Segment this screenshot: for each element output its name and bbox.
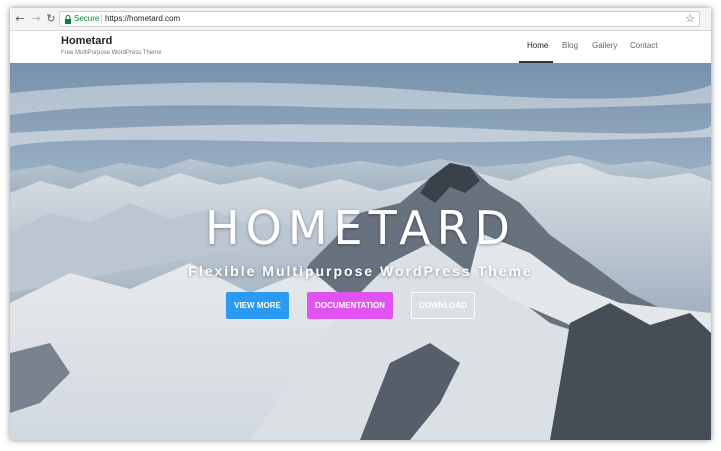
hero-subtitle: Flexible Multipurpose WordPress Theme [188, 263, 533, 279]
browser-toolbar: ← → ↻ Secure https://hometard.com ☆ [10, 8, 711, 31]
url-text[interactable]: https://hometard.com [105, 14, 180, 23]
browser-window: ← → ↻ Secure https://hometard.com ☆ Home… [10, 8, 711, 440]
nav-item-home[interactable]: Home [527, 41, 548, 50]
lock-icon [65, 15, 71, 24]
address-bar[interactable]: Secure https://hometard.com ☆ [59, 11, 700, 27]
hero-section: HOMETARD Flexible Multipurpose WordPress… [10, 63, 711, 440]
hero-title: HOMETARD [205, 201, 516, 255]
forward-icon[interactable]: → [29, 12, 43, 26]
site-header: Hometard Free MultiPurpose WordPress The… [10, 32, 711, 63]
nav-item-gallery[interactable]: Gallery [592, 41, 617, 50]
nav-item-contact[interactable]: Contact [630, 41, 658, 50]
back-icon[interactable]: ← [13, 12, 27, 26]
star-icon[interactable]: ☆ [685, 12, 695, 25]
reload-icon[interactable]: ↻ [44, 12, 58, 26]
nav-item-blog[interactable]: Blog [562, 41, 578, 50]
url-divider [101, 14, 102, 24]
secure-label: Secure [74, 14, 100, 23]
documentation-button[interactable]: DOCUMENTATION [307, 292, 393, 319]
site-title[interactable]: Hometard [61, 35, 112, 47]
download-button[interactable]: DOWNLOAD [411, 292, 475, 319]
view-more-button[interactable]: VIEW MORE [226, 292, 289, 319]
site-tagline: Free MultiPurpose WordPress Theme [61, 50, 162, 56]
